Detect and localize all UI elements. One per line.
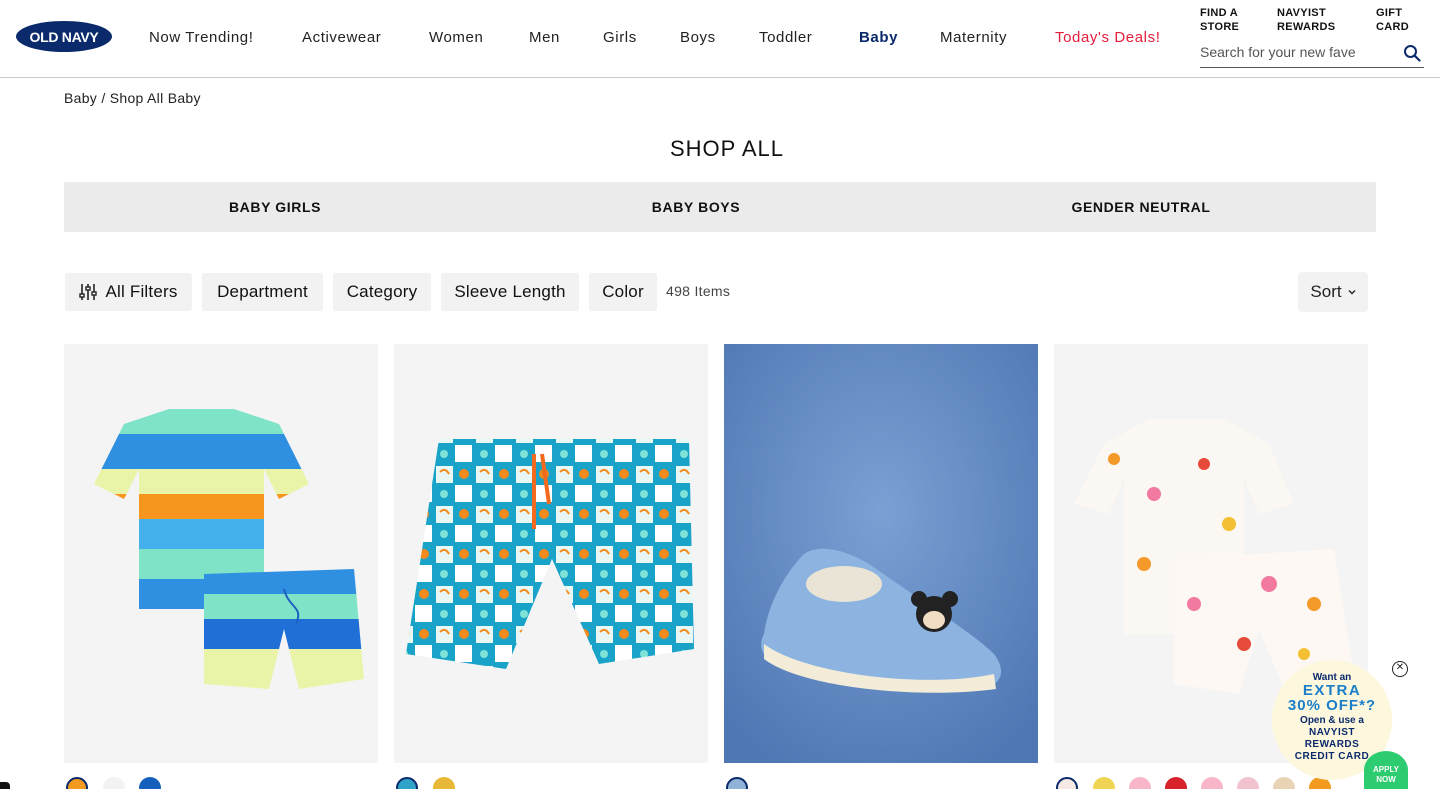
navyist-rewards-link[interactable]: NAVYIST REWARDS — [1277, 6, 1335, 34]
all-filters-label: All Filters — [105, 282, 178, 301]
gift-card-link[interactable]: GIFT CARD — [1376, 6, 1409, 34]
search-icon[interactable] — [1403, 44, 1421, 62]
search-bar — [1200, 40, 1424, 68]
segment-baby-girls[interactable]: BABY GIRLS — [64, 182, 486, 232]
search-input[interactable] — [1200, 40, 1396, 64]
department-filter[interactable]: Department — [202, 273, 323, 311]
product-4-swatch-5[interactable] — [1201, 777, 1223, 789]
apply-now-line-2: NOW — [1376, 775, 1396, 784]
sort-label: Sort — [1310, 282, 1342, 301]
sort-dropdown[interactable]: Sort — [1298, 272, 1368, 312]
nav-item-activewear[interactable]: Activewear — [302, 29, 381, 46]
nav-item-women[interactable]: Women — [429, 29, 483, 46]
nav-item-todays-deals[interactable]: Today's Deals! — [1055, 29, 1160, 46]
old-navy-logo[interactable]: OLD NAVY — [16, 21, 112, 52]
product-1-swatch-orange[interactable] — [66, 777, 88, 789]
product-image-mickey-shoes[interactable] — [724, 344, 1038, 763]
item-count: 498 Items — [666, 283, 731, 299]
promo-line-2: EXTRA — [1302, 682, 1362, 699]
promo-close-icon[interactable]: ✕ — [1392, 661, 1408, 677]
all-filters-button[interactable]: All Filters — [65, 273, 192, 311]
chat-tab-edge[interactable] — [0, 782, 10, 789]
nav-item-boys[interactable]: Boys — [680, 29, 716, 46]
product-2-swatch-blue-print[interactable] — [396, 777, 418, 789]
segment-baby-boys[interactable]: BABY BOYS — [486, 182, 906, 232]
page-title: SHOP ALL — [670, 136, 784, 161]
site-header: OLD NAVY Now Trending! Activewear Women … — [0, 0, 1440, 78]
nav-item-maternity[interactable]: Maternity — [940, 29, 1007, 46]
product-3-swatch-denim[interactable] — [726, 777, 748, 789]
product-image-polo-shorts-set[interactable] — [64, 344, 378, 763]
filter-sliders-icon — [79, 284, 98, 300]
product-4-swatch-1[interactable] — [1056, 777, 1078, 789]
sleeve-length-filter[interactable]: Sleeve Length — [441, 273, 579, 311]
product-4-swatch-7[interactable] — [1273, 777, 1295, 789]
product-4-swatch-6[interactable] — [1237, 777, 1259, 789]
breadcrumb-shop-all-baby[interactable]: Shop All Baby — [110, 90, 201, 106]
product-1-swatch-blue[interactable] — [139, 777, 161, 789]
breadcrumb-baby[interactable]: Baby — [64, 90, 97, 106]
promo-line-6: REWARDS — [1304, 739, 1360, 750]
product-1-swatch-white[interactable] — [103, 777, 125, 789]
chevron-down-icon — [1348, 290, 1356, 295]
product-4-swatch-4[interactable] — [1165, 777, 1187, 789]
nav-item-baby[interactable]: Baby — [859, 29, 898, 46]
breadcrumb: Baby / Shop All Baby — [64, 90, 201, 106]
segment-gender-neutral[interactable]: GENDER NEUTRAL — [906, 182, 1376, 232]
nav-item-now-trending[interactable]: Now Trending! — [149, 29, 254, 46]
product-image-swim-trunks[interactable] — [394, 344, 708, 763]
apply-now-button[interactable]: APPLY NOW — [1364, 751, 1408, 789]
color-filter[interactable]: Color — [589, 273, 657, 311]
promo-line-5: NAVYIST — [1308, 727, 1356, 738]
nav-item-toddler[interactable]: Toddler — [759, 29, 812, 46]
product-2-swatch-yellow-print[interactable] — [433, 777, 455, 789]
department-segments: BABY GIRLS BABY BOYS GENDER NEUTRAL — [64, 182, 1376, 232]
nav-item-men[interactable]: Men — [529, 29, 560, 46]
nav-item-girls[interactable]: Girls — [603, 29, 637, 46]
promo-line-4: Open & use a — [1300, 715, 1364, 726]
product-4-swatch-3[interactable] — [1129, 777, 1151, 789]
breadcrumb-separator: / — [101, 90, 106, 106]
product-4-swatch-2[interactable] — [1093, 777, 1115, 789]
apply-now-line-1: APPLY — [1373, 765, 1399, 774]
category-filter[interactable]: Category — [333, 273, 431, 311]
find-a-store-link[interactable]: FIND A STORE — [1200, 6, 1239, 34]
logo-text: OLD NAVY — [29, 28, 99, 45]
promo-line-3: 30% OFF*? — [1287, 697, 1377, 714]
